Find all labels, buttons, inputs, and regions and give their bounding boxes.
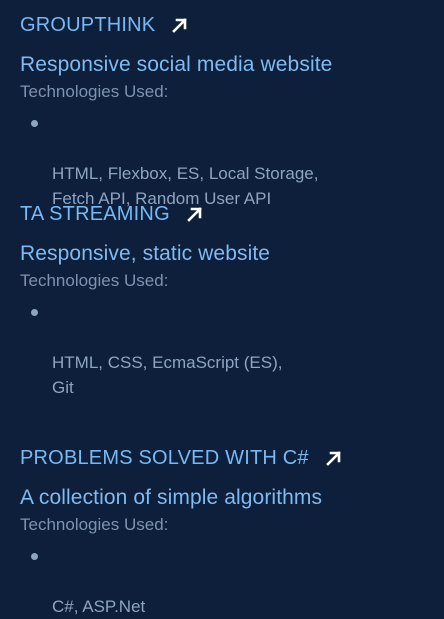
project-title: PROBLEMS SOLVED WITH C#	[20, 447, 309, 469]
project-title-link[interactable]: PROBLEMS SOLVED WITH C#	[20, 445, 444, 471]
technologies-text: C#, ASP.Net	[52, 597, 146, 616]
technologies-item: C#, ASP.Net	[20, 544, 444, 619]
project-card-ta-streaming: TA STREAMING Responsive, static website …	[20, 201, 444, 400]
bullet-icon	[31, 120, 38, 127]
technologies-item: HTML, CSS, EcmaScript (ES), Git	[20, 300, 444, 400]
bullet-icon	[31, 553, 38, 560]
arrow-up-right-icon[interactable]	[325, 449, 343, 467]
project-description: Responsive social media website	[20, 53, 333, 76]
technologies-text: HTML, CSS, EcmaScript (ES), Git	[52, 353, 283, 397]
technologies-list: HTML, CSS, EcmaScript (ES), Git	[20, 300, 444, 400]
technologies-list: C#, ASP.Net	[20, 544, 444, 619]
technologies-label: Technologies Used:	[20, 82, 169, 101]
project-card-groupthink: GROUPTHINK Responsive social media websi…	[20, 12, 444, 211]
technologies-list: HTML, Flexbox, ES, Local Storage, Fetch …	[20, 111, 444, 211]
project-description: Responsive, static website	[20, 242, 271, 265]
bullet-icon	[31, 309, 38, 316]
technologies-label: Technologies Used:	[20, 271, 169, 290]
arrow-up-right-icon[interactable]	[171, 16, 189, 34]
project-description: A collection of simple algorithms	[20, 486, 323, 509]
arrow-up-right-icon[interactable]	[186, 205, 204, 223]
project-title: TA STREAMING	[20, 203, 170, 225]
technologies-item: HTML, Flexbox, ES, Local Storage, Fetch …	[20, 111, 444, 211]
project-title: GROUPTHINK	[20, 14, 156, 36]
project-title-link[interactable]: TA STREAMING	[20, 201, 444, 227]
technologies-label: Technologies Used:	[20, 515, 169, 534]
project-title-link[interactable]: GROUPTHINK	[20, 12, 444, 38]
project-card-problems-solved: PROBLEMS SOLVED WITH C# A collection of …	[20, 445, 444, 619]
